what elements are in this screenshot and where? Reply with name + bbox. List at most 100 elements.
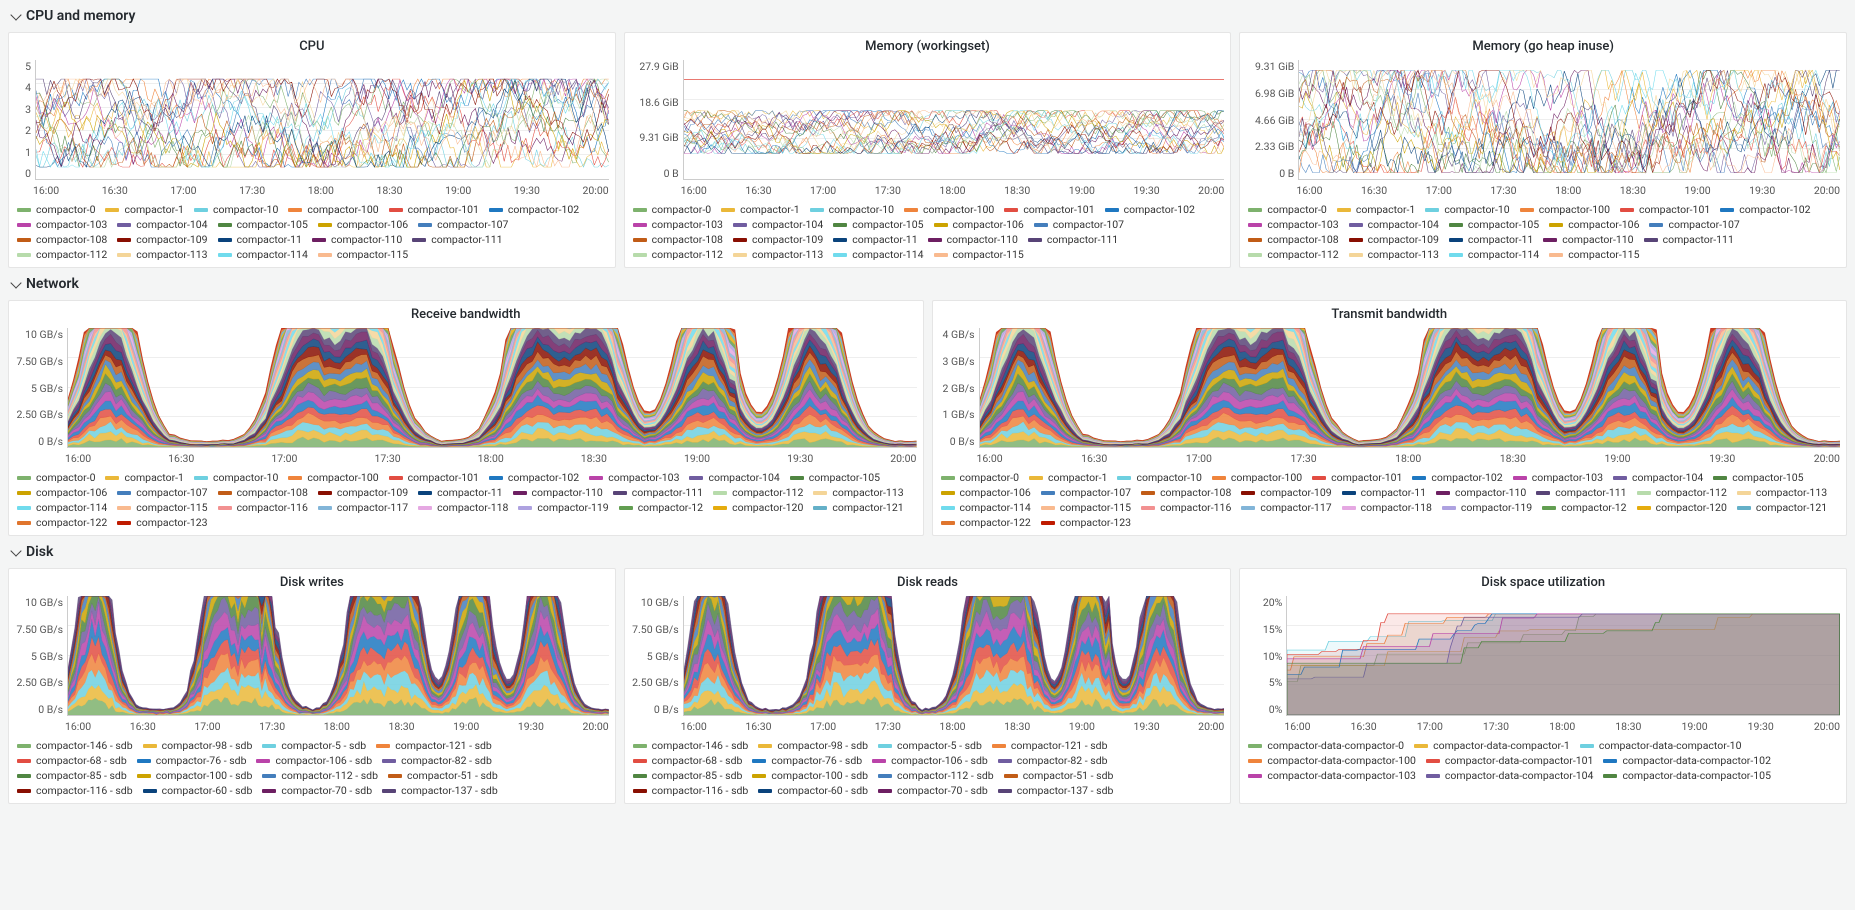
- legend-item[interactable]: compactor-82 - sdb: [998, 754, 1118, 767]
- legend-item[interactable]: compactor-108: [17, 233, 117, 246]
- legend-item[interactable]: compactor-108: [633, 233, 733, 246]
- legend-item[interactable]: compactor-137 - sdb: [382, 784, 508, 797]
- legend-item[interactable]: compactor-104: [117, 218, 217, 231]
- plot-area[interactable]: [979, 328, 1841, 448]
- legend-item[interactable]: compactor-111: [613, 486, 713, 499]
- legend-item[interactable]: compactor-10: [194, 471, 288, 484]
- legend-item[interactable]: compactor-105: [218, 218, 318, 231]
- legend-item[interactable]: compactor-114: [941, 501, 1041, 514]
- legend-item[interactable]: compactor-0: [17, 471, 105, 484]
- legend-item[interactable]: compactor-104: [1613, 471, 1713, 484]
- legend-item[interactable]: compactor-100: [288, 203, 388, 216]
- legend-item[interactable]: compactor-data-compactor-104: [1426, 769, 1604, 782]
- legend-item[interactable]: compactor-109: [1241, 486, 1341, 499]
- legend-item[interactable]: compactor-68 - sdb: [17, 754, 137, 767]
- legend-item[interactable]: compactor-105: [1449, 218, 1549, 231]
- legend-item[interactable]: compactor-70 - sdb: [262, 784, 382, 797]
- legend-item[interactable]: compactor-data-compactor-1: [1414, 739, 1580, 752]
- legend-item[interactable]: compactor-110: [1436, 486, 1536, 499]
- legend-item[interactable]: compactor-118: [418, 501, 518, 514]
- legend-item[interactable]: compactor-103: [17, 218, 117, 231]
- legend-item[interactable]: compactor-118: [1342, 501, 1442, 514]
- legend-item[interactable]: compactor-112 - sdb: [878, 769, 1004, 782]
- legend-item[interactable]: compactor-103: [633, 218, 733, 231]
- legend-item[interactable]: compactor-11: [418, 486, 512, 499]
- legend-item[interactable]: compactor-5 - sdb: [878, 739, 992, 752]
- plot-area[interactable]: [683, 60, 1225, 180]
- legend-item[interactable]: compactor-106 - sdb: [256, 754, 382, 767]
- legend-item[interactable]: compactor-104: [689, 471, 789, 484]
- legend-item[interactable]: compactor-112: [17, 248, 117, 261]
- legend-item[interactable]: compactor-112: [1637, 486, 1737, 499]
- legend-item[interactable]: compactor-123: [1041, 516, 1141, 529]
- legend-item[interactable]: compactor-121: [1737, 501, 1837, 514]
- legend-item[interactable]: compactor-109: [1349, 233, 1449, 246]
- legend-item[interactable]: compactor-1: [1337, 203, 1425, 216]
- legend-item[interactable]: compactor-10: [194, 203, 288, 216]
- legend-item[interactable]: compactor-100: [1212, 471, 1312, 484]
- legend-item[interactable]: compactor-10: [1425, 203, 1519, 216]
- legend-item[interactable]: compactor-108: [1141, 486, 1241, 499]
- legend-item[interactable]: compactor-107: [117, 486, 217, 499]
- legend-item[interactable]: compactor-101: [389, 203, 489, 216]
- legend-item[interactable]: compactor-104: [733, 218, 833, 231]
- legend-item[interactable]: compactor-101: [1620, 203, 1720, 216]
- legend-item[interactable]: compactor-105: [1713, 471, 1813, 484]
- legend-item[interactable]: compactor-121 - sdb: [376, 739, 502, 752]
- legend-item[interactable]: compactor-110: [312, 233, 412, 246]
- legend-item[interactable]: compactor-10: [1117, 471, 1211, 484]
- legend-item[interactable]: compactor-113: [1737, 486, 1837, 499]
- legend-item[interactable]: compactor-103: [589, 471, 689, 484]
- legend-item[interactable]: compactor-102: [489, 471, 589, 484]
- legend-item[interactable]: compactor-123: [117, 516, 217, 529]
- legend-item[interactable]: compactor-data-compactor-101: [1426, 754, 1604, 767]
- legend-item[interactable]: compactor-85 - sdb: [633, 769, 753, 782]
- legend-item[interactable]: compactor-data-compactor-102: [1603, 754, 1781, 767]
- legend-item[interactable]: compactor-115: [1041, 501, 1141, 514]
- legend-item[interactable]: compactor-122: [941, 516, 1041, 529]
- legend-item[interactable]: compactor-105: [790, 471, 890, 484]
- legend-item[interactable]: compactor-109: [318, 486, 418, 499]
- legend-item[interactable]: compactor-108: [1248, 233, 1348, 246]
- legend-item[interactable]: compactor-121: [813, 501, 913, 514]
- legend-item[interactable]: compactor-data-compactor-0: [1248, 739, 1414, 752]
- legend-item[interactable]: compactor-112 - sdb: [262, 769, 388, 782]
- panel-memory-workingset[interactable]: Memory (workingset)27.9 GiB18.6 GiB9.31 …: [624, 32, 1232, 268]
- legend-item[interactable]: compactor-103: [1513, 471, 1613, 484]
- legend-item[interactable]: compactor-115: [934, 248, 1034, 261]
- legend-item[interactable]: compactor-data-compactor-105: [1603, 769, 1781, 782]
- legend-item[interactable]: compactor-111: [1028, 233, 1128, 246]
- plot-area[interactable]: [1298, 60, 1840, 180]
- legend-item[interactable]: compactor-10: [810, 203, 904, 216]
- legend-item[interactable]: compactor-121 - sdb: [992, 739, 1118, 752]
- legend-item[interactable]: compactor-116: [218, 501, 318, 514]
- legend-item[interactable]: compactor-111: [1644, 233, 1744, 246]
- legend-item[interactable]: compactor-112: [633, 248, 733, 261]
- legend-item[interactable]: compactor-76 - sdb: [137, 754, 257, 767]
- legend-item[interactable]: compactor-106: [318, 218, 418, 231]
- legend-item[interactable]: compactor-1: [1029, 471, 1117, 484]
- legend-item[interactable]: compactor-11: [833, 233, 927, 246]
- legend-item[interactable]: compactor-115: [1549, 248, 1649, 261]
- legend-item[interactable]: compactor-101: [1312, 471, 1412, 484]
- section-header-cpu-memory[interactable]: CPU and memory: [8, 0, 1847, 32]
- legend-item[interactable]: compactor-100: [288, 471, 388, 484]
- legend-item[interactable]: compactor-data-compactor-10: [1580, 739, 1752, 752]
- legend-item[interactable]: compactor-11: [1342, 486, 1436, 499]
- legend-item[interactable]: compactor-114: [833, 248, 933, 261]
- legend-item[interactable]: compactor-101: [1004, 203, 1104, 216]
- legend-item[interactable]: compactor-51 - sdb: [388, 769, 508, 782]
- panel-receive-bandwidth[interactable]: Receive bandwidth10 GB/s7.50 GB/s5 GB/s2…: [8, 300, 924, 536]
- legend-item[interactable]: compactor-11: [1449, 233, 1543, 246]
- legend-item[interactable]: compactor-0: [941, 471, 1029, 484]
- legend-item[interactable]: compactor-106: [934, 218, 1034, 231]
- legend-item[interactable]: compactor-98 - sdb: [143, 739, 263, 752]
- panel-memory-heap[interactable]: Memory (go heap inuse)9.31 GiB6.98 GiB4.…: [1239, 32, 1847, 268]
- legend-item[interactable]: compactor-5 - sdb: [262, 739, 376, 752]
- legend-item[interactable]: compactor-85 - sdb: [17, 769, 137, 782]
- legend-item[interactable]: compactor-0: [633, 203, 721, 216]
- legend-item[interactable]: compactor-102: [489, 203, 589, 216]
- legend-item[interactable]: compactor-110: [513, 486, 613, 499]
- legend-item[interactable]: compactor-106: [1549, 218, 1649, 231]
- legend-item[interactable]: compactor-113: [117, 248, 217, 261]
